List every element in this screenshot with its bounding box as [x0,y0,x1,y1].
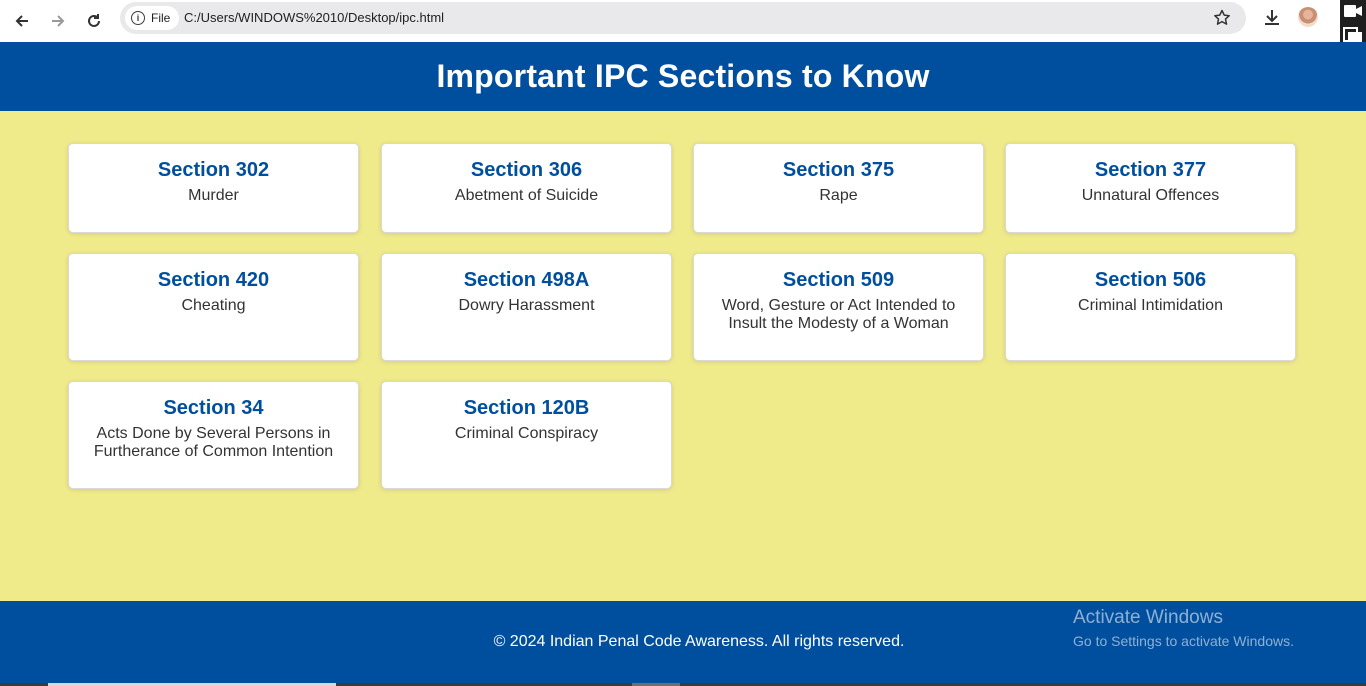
section-card: Section 498A Dowry Harassment [381,253,672,361]
section-description: Abetment of Suicide [454,187,599,204]
arrow-right-icon [52,15,65,27]
section-description: Criminal Conspiracy [454,425,599,442]
forward-button[interactable] [43,6,73,36]
site-info-chip[interactable]: i File [125,6,180,30]
section-description: Word, Gesture or Act Intended to Insult … [721,297,956,332]
section-description: Unnatural Offences [1081,187,1220,204]
section-card: Section 34 Acts Done by Several Persons … [68,381,359,489]
section-description: Murder [188,187,239,204]
section-card: Section 306 Abetment of Suicide [381,143,672,233]
arrow-left-icon [15,15,28,27]
download-icon[interactable] [1262,8,1282,28]
main-content: Section 302 Murder Section 306 Abetment … [0,111,1366,601]
section-description: Criminal Intimidation [1078,297,1223,314]
section-card: Section 377 Unnatural Offences [1005,143,1296,233]
section-description: Rape [819,187,858,204]
section-title: Section 306 [470,159,583,181]
section-card: Section 375 Rape [693,143,984,233]
section-title: Section 34 [163,397,264,419]
site-footer: © 2024 Indian Penal Code Awareness. All … [0,601,1366,683]
section-card: Section 302 Murder [68,143,359,233]
video-camera-icon[interactable] [1343,1,1363,21]
page-title: Important IPC Sections to Know [436,58,930,94]
profile-avatar[interactable] [1298,7,1318,27]
watermark-title: Activate Windows [1073,607,1223,628]
section-title: Section 302 [157,159,270,181]
section-title: Section 498A [463,269,590,291]
section-description: Dowry Harassment [458,297,595,314]
bookmark-star-icon[interactable] [1212,8,1232,28]
info-icon: i [131,11,145,25]
activate-windows-watermark: Activate Windows Go to Settings to activ… [1073,607,1294,651]
section-title: Section 509 [782,269,895,291]
browser-toolbar: i File C:/Users/WINDOWS%2010/Desktop/ipc… [0,0,1366,42]
section-title: Section 420 [157,269,270,291]
section-card: Section 420 Cheating [68,253,359,361]
address-bar[interactable]: i File C:/Users/WINDOWS%2010/Desktop/ipc… [120,2,1246,34]
section-card: Section 509 Word, Gesture or Act Intende… [693,253,984,361]
url-text[interactable]: C:/Users/WINDOWS%2010/Desktop/ipc.html [184,10,444,25]
section-title: Section 120B [463,397,590,419]
reload-icon [88,14,100,27]
section-description: Acts Done by Several Persons in Furthera… [93,425,334,460]
back-button[interactable] [7,6,37,36]
section-title: Section 506 [1094,269,1207,291]
site-header: Important IPC Sections to Know [0,42,1366,111]
site-chip-label: File [151,11,171,25]
section-card: Section 120B Criminal Conspiracy [381,381,672,489]
section-title: Section 375 [782,159,895,181]
watermark-subtitle: Go to Settings to activate Windows. [1073,633,1294,649]
section-description: Cheating [181,297,246,314]
section-card: Section 506 Criminal Intimidation [1005,253,1296,361]
section-title: Section 377 [1094,159,1207,181]
reload-button[interactable] [79,6,109,36]
